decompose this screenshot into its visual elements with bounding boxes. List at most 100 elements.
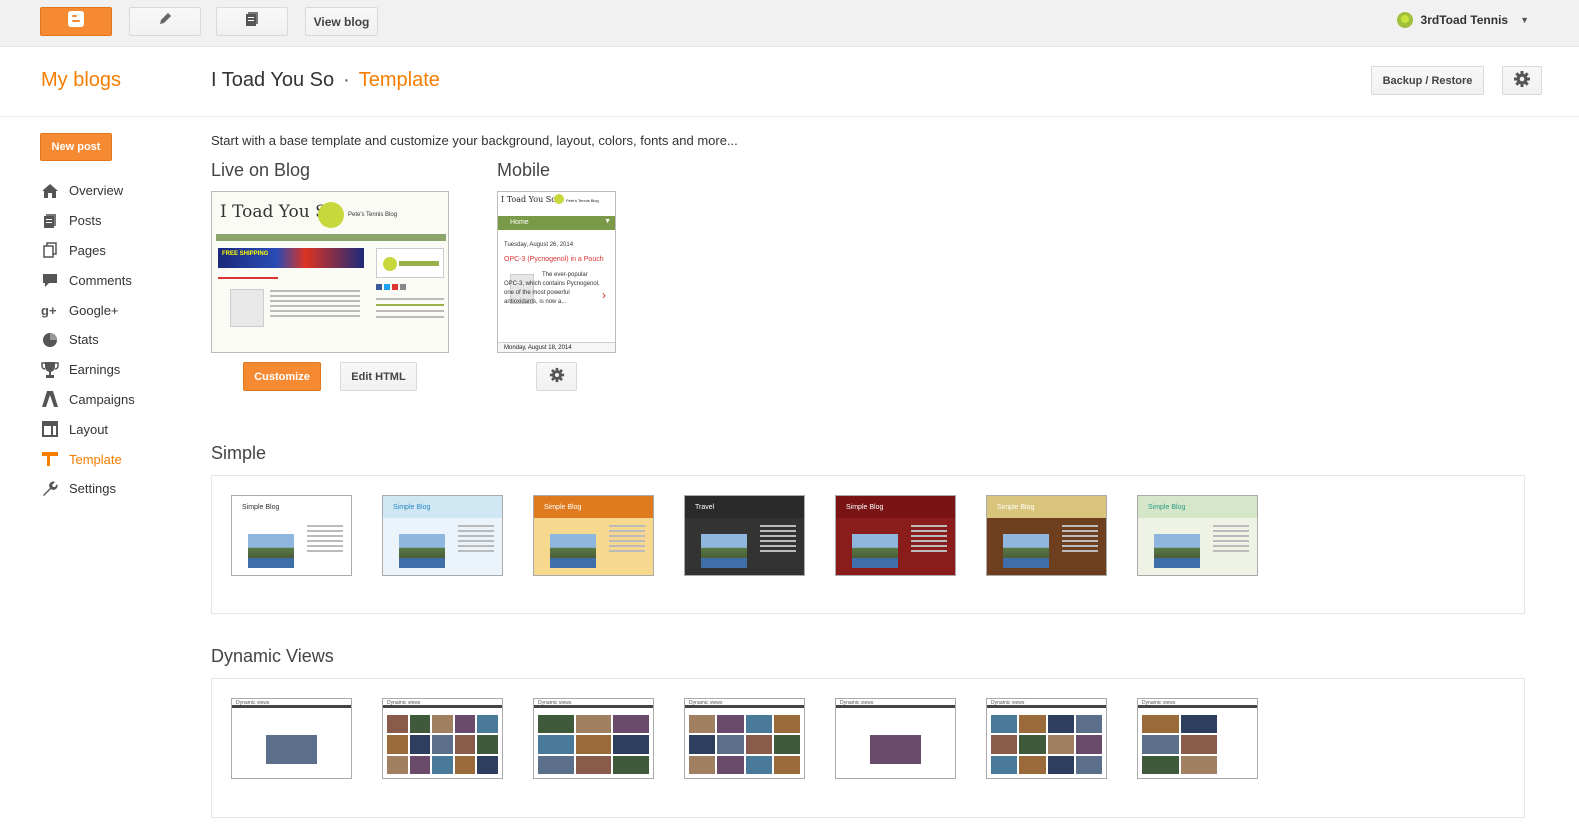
- dynamic-views-template-thumbnail[interactable]: Dynamic views: [986, 698, 1107, 779]
- simple-section-title: Simple: [211, 443, 267, 463]
- dynamic-views-template-thumbnail[interactable]: Dynamic views: [382, 698, 503, 779]
- thumbnail-title: Dynamic views: [534, 699, 653, 708]
- view-posts-button[interactable]: [216, 7, 288, 36]
- mobile-home-bar: Home ▼: [498, 216, 615, 230]
- thumbnail-sidebar: [307, 522, 343, 555]
- sidebar-item-label: Earnings: [69, 362, 121, 378]
- thumbnail-sidebar: [911, 522, 947, 555]
- dynamic-views-template-thumbnail[interactable]: Dynamic views: [835, 698, 956, 779]
- mobile-blog-title: I Toad You So: [501, 195, 557, 204]
- dynamic-views-template-thumbnail[interactable]: Dynamic views: [1137, 698, 1258, 779]
- trophy-icon: [40, 361, 60, 379]
- thumbnail-photo-grid: [538, 715, 649, 774]
- new-post-button[interactable]: New post: [40, 133, 112, 161]
- dynamic-views-template-thumbnail[interactable]: Dynamic views: [231, 698, 352, 779]
- mobile-blog-subtitle: Pete's Tennis Blog: [566, 198, 599, 203]
- simple-template-gallery: Simple Blog Simple Blog Simple Blog Travel S…: [211, 475, 1525, 614]
- view-blog-button[interactable]: View blog: [305, 7, 378, 36]
- dynamic-views-template-thumbnail[interactable]: Dynamic views: [533, 698, 654, 779]
- pencil-icon: [157, 11, 173, 32]
- sidebar-item-pages[interactable]: Pages: [40, 236, 135, 266]
- stats-icon: [40, 331, 60, 349]
- mobile-date-2: Monday, August 18, 2014: [498, 342, 615, 352]
- sidebar-item-overview[interactable]: Overview: [40, 176, 135, 206]
- sidebar-item-campaigns[interactable]: Campaigns: [40, 385, 135, 415]
- gear-icon: [1513, 70, 1531, 91]
- google-plus-icon: g+: [40, 301, 60, 319]
- campaigns-icon: [40, 390, 60, 408]
- edit-html-button[interactable]: Edit HTML: [340, 362, 417, 391]
- posts-list-icon: [244, 11, 260, 32]
- mobile-post-title: OPC-3 (Pycnogenol) in a Pouch: [504, 256, 604, 263]
- sidebar-item-template[interactable]: Template: [40, 444, 135, 474]
- sidebar-item-label: Posts: [69, 213, 102, 229]
- simple-template-thumbnail[interactable]: Simple Blog: [231, 495, 352, 576]
- simple-template-thumbnail[interactable]: Simple Blog: [835, 495, 956, 576]
- simple-template-thumbnail[interactable]: Simple Blog: [986, 495, 1107, 576]
- sidebar-item-label: Settings: [69, 481, 116, 497]
- thumbnail-title: Dynamic views: [1138, 699, 1257, 708]
- thumbnail-sidebar: [760, 522, 796, 555]
- thumbnail-sidebar: [458, 522, 494, 555]
- simple-template-thumbnail[interactable]: Simple Blog: [533, 495, 654, 576]
- sidebar-item-label: Layout: [69, 421, 109, 437]
- thumbnail-title: Dynamic views: [383, 699, 502, 708]
- sidebar-item-label: Stats: [69, 332, 99, 348]
- sidebar-item-layout[interactable]: Layout: [40, 414, 135, 444]
- my-blogs-link[interactable]: My blogs: [41, 69, 121, 92]
- preview-post-area: [218, 277, 364, 347]
- mobile-next-arrow-icon: ›: [602, 288, 606, 302]
- blog-name[interactable]: I Toad You So: [211, 69, 334, 91]
- thumbnail-title: Simple Blog: [383, 496, 502, 518]
- new-post-pencil-button[interactable]: [129, 7, 201, 36]
- dynamic-views-template-gallery: Dynamic views Dynamic views Dynamic views D…: [211, 678, 1525, 818]
- pages-icon: [40, 241, 60, 259]
- breadcrumb-separator: ·: [343, 69, 350, 91]
- thumbnail-photo: [1003, 534, 1049, 568]
- preview-ad-banner: FREE SHIPPING: [218, 248, 364, 268]
- sidebar-item-comments[interactable]: Comments: [40, 265, 135, 295]
- sidebar-item-stats[interactable]: Stats: [40, 325, 135, 355]
- user-menu[interactable]: 3rdToad Tennis ▼: [1396, 12, 1529, 28]
- thumbnail-sidebar: [1213, 522, 1249, 555]
- mobile-settings-button[interactable]: [536, 362, 577, 391]
- blogger-home-button[interactable]: [40, 7, 112, 36]
- thumbnail-photo-grid: [870, 735, 921, 764]
- preview-blog-subtitle: Pete's Tennis Blog: [348, 212, 398, 218]
- thumbnail-title: Dynamic views: [836, 699, 955, 708]
- sidebar-item-google-plus[interactable]: g+ Google+: [40, 295, 135, 325]
- live-blog-preview[interactable]: I Toad You So Pete's Tennis Blog FREE SH…: [211, 191, 449, 353]
- comments-icon: [40, 271, 60, 289]
- mobile-date-1: Tuesday, August 26, 2014: [504, 242, 574, 248]
- preview-nav-bar: [216, 234, 446, 241]
- backup-restore-button[interactable]: Backup / Restore: [1371, 66, 1484, 95]
- sidebar-item-label: Pages: [69, 242, 106, 258]
- mobile-preview[interactable]: I Toad You So Pete's Tennis Blog Home ▼ …: [497, 191, 616, 353]
- thumbnail-photo: [248, 534, 294, 568]
- thumbnail-title: Simple Blog: [836, 496, 955, 518]
- top-bar: View blog 3rdToad Tennis ▼: [0, 0, 1579, 47]
- sidebar-item-label: Overview: [69, 183, 124, 199]
- sidebar-item-label: Comments: [69, 272, 132, 288]
- settings-gear-button[interactable]: [1502, 66, 1542, 95]
- customize-button[interactable]: Customize: [243, 362, 321, 391]
- thumbnail-title: Dynamic views: [987, 699, 1106, 708]
- thumbnail-photo-grid: [266, 735, 317, 764]
- thumbnail-photo-grid: [991, 715, 1102, 774]
- page-header: My blogs I Toad You So · Template Backup /…: [0, 47, 1579, 117]
- sidebar-item-earnings[interactable]: Earnings: [40, 355, 135, 385]
- simple-template-thumbnail[interactable]: Travel: [684, 495, 805, 576]
- simple-template-thumbnail[interactable]: Simple Blog: [1137, 495, 1258, 576]
- sidebar-item-label: Template: [69, 451, 122, 467]
- avatar: [1396, 12, 1413, 28]
- user-name: 3rdToad Tennis: [1420, 13, 1509, 27]
- preview-sidebar-links: [376, 284, 444, 344]
- dynamic-views-template-thumbnail[interactable]: Dynamic views: [684, 698, 805, 779]
- sidebar-item-settings[interactable]: Settings: [40, 474, 135, 504]
- thumbnail-photo: [852, 534, 898, 568]
- breadcrumb: I Toad You So · Template: [211, 69, 440, 92]
- simple-template-thumbnail[interactable]: Simple Blog: [382, 495, 503, 576]
- thumbnail-title: Simple Blog: [232, 496, 351, 518]
- intro-text: Start with a base template and customize…: [211, 133, 738, 148]
- sidebar-item-posts[interactable]: Posts: [40, 206, 135, 236]
